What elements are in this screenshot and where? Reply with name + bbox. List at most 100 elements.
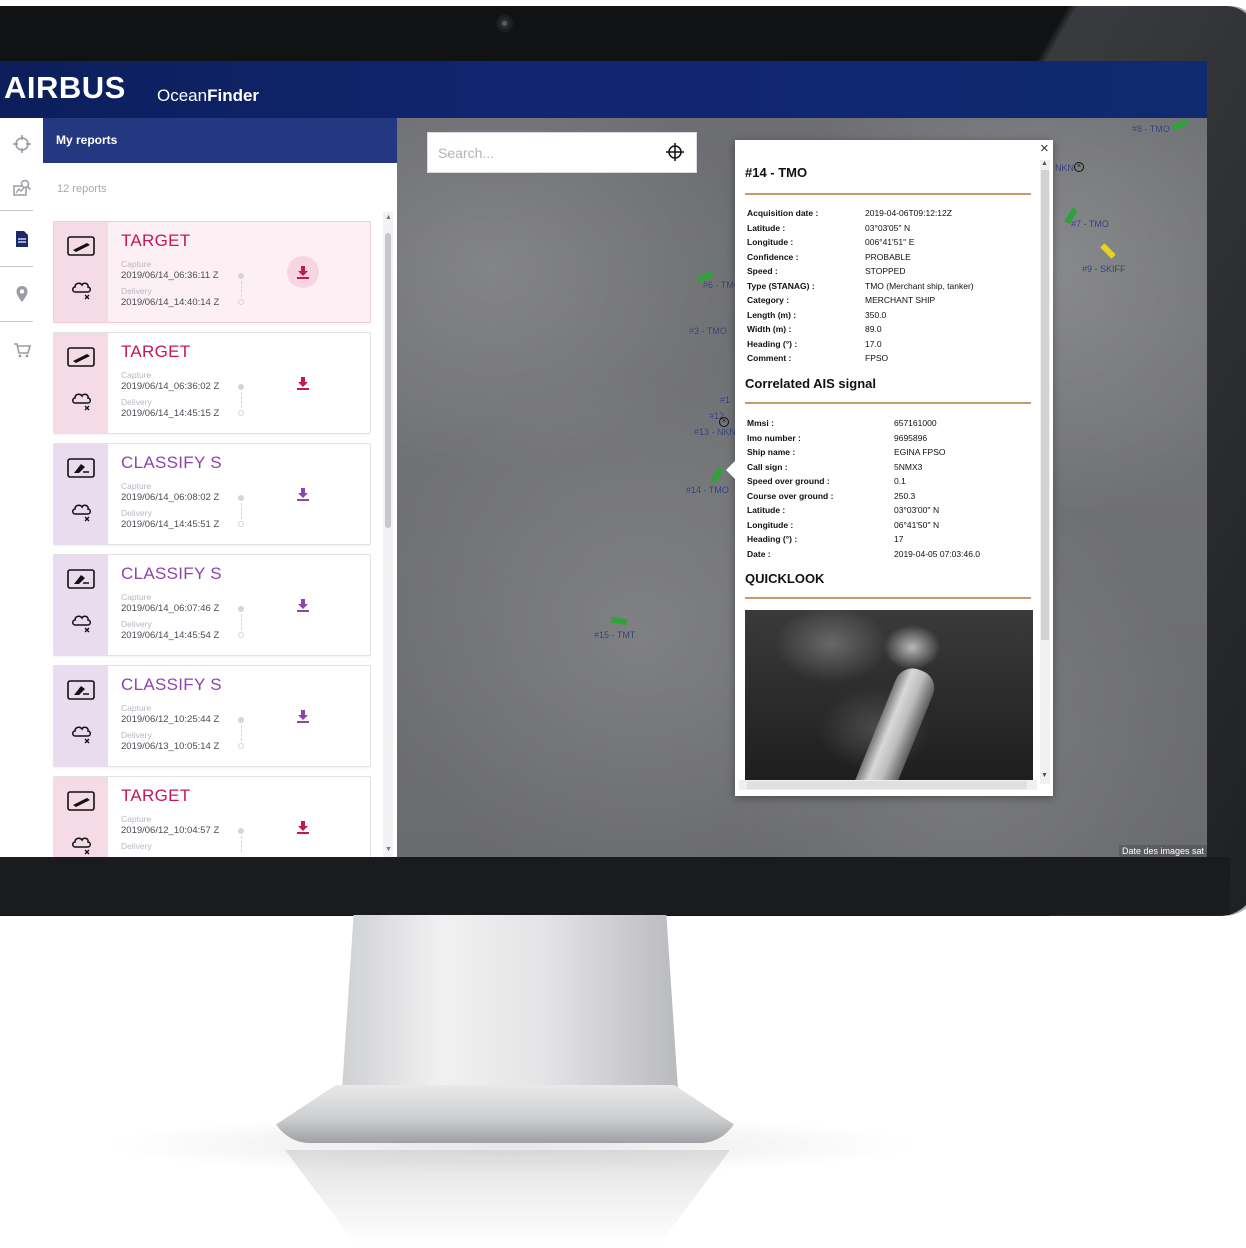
scroll-up-arrow[interactable]: ▲ — [385, 214, 392, 221]
detail-key: Length (m) : — [747, 309, 797, 320]
ais-row: Imo number : 9695896 — [747, 433, 1037, 448]
popup-h-scrollbar[interactable] — [739, 780, 1037, 790]
ship-label[interactable]: #14 - TMO — [686, 485, 729, 495]
report-card[interactable]: TARGET Capture 2019/06/14_06:36:11 Z Del… — [53, 221, 371, 323]
classify-ship-icon — [67, 458, 95, 478]
ais-value: 250.3 — [894, 490, 916, 501]
cart-icon[interactable] — [0, 324, 43, 376]
close-icon[interactable]: × — [1040, 140, 1049, 157]
top-bar: AIRBUS OceanFinder — [0, 61, 1207, 118]
ship-target-icon — [67, 347, 95, 367]
quicklook-ship — [846, 662, 940, 780]
ship-label[interactable]: #13 - NKN — [694, 427, 736, 437]
crosshair-icon[interactable] — [665, 142, 685, 162]
ais-value: 17 — [894, 534, 904, 544]
ship-label[interactable]: #1 — [720, 395, 730, 405]
stand-reflection — [285, 1150, 730, 1245]
panel-title: My reports — [56, 133, 118, 147]
screen: AIRBUS OceanFinder My reports 12 reports — [0, 61, 1207, 857]
ship-target-icon — [67, 236, 95, 256]
detail-row: Length (m) : 350.0 — [747, 310, 1037, 325]
timeline-line — [241, 392, 242, 408]
detail-value: 17.0 — [865, 338, 882, 349]
search-box — [427, 132, 697, 173]
report-card[interactable]: TARGET Capture 2019/06/12_10:04:57 Z Del… — [53, 776, 371, 857]
ship-label[interactable]: #8 - TMO — [1132, 124, 1170, 134]
capture-value: 2019/06/14_06:07:46 Z — [121, 603, 220, 614]
unknown-target-icon[interactable]: × — [719, 417, 729, 427]
capture-label: Capture — [121, 259, 152, 269]
ais-row: Course over ground : 250.3 — [747, 491, 1037, 506]
panel-header: My reports — [43, 118, 397, 163]
ais-row: Speed over ground : 0.1 — [747, 476, 1037, 491]
delivery-value: 2019/06/14_14:45:15 Z — [121, 408, 220, 419]
timeline-dot — [238, 273, 244, 279]
ship-label[interactable]: #15 - TMT — [594, 630, 635, 640]
app-name-prefix: Ocean — [157, 86, 208, 105]
popup-scrollbar-thumb[interactable] — [1041, 170, 1049, 640]
download-button[interactable] — [287, 478, 319, 510]
document-icon[interactable] — [0, 213, 43, 265]
search-image-icon[interactable] — [0, 162, 43, 214]
ship-label[interactable]: #3 - TMO — [689, 326, 727, 336]
report-card[interactable]: TARGET Capture 2019/06/14_06:36:02 Z Del… — [53, 332, 371, 434]
detail-key: Width (m) : — [747, 324, 792, 334]
timeline-dot — [238, 632, 244, 638]
download-icon — [297, 599, 309, 612]
ship-label[interactable]: #9 - SKIFF — [1082, 264, 1126, 274]
detail-key: Heading (°) : — [747, 338, 798, 349]
ship-marker[interactable] — [710, 466, 724, 484]
report-card[interactable]: CLASSIFY S Capture 2019/06/12_10:25:44 Z… — [53, 665, 371, 767]
ship-marker[interactable] — [1171, 118, 1189, 132]
detail-key: Confidence : — [747, 251, 799, 262]
capture-label: Capture — [121, 703, 152, 713]
report-card[interactable]: CLASSIFY S Capture 2019/06/14_06:07:46 Z… — [53, 554, 371, 656]
webcam — [496, 15, 513, 32]
scroll-up-arrow[interactable]: ▲ — [1041, 160, 1048, 167]
quicklook-image[interactable] — [745, 610, 1033, 780]
ship-marker[interactable] — [1100, 243, 1116, 259]
section-divider — [745, 402, 1031, 404]
ais-value: 9695896 — [894, 432, 928, 443]
map-credit: Date des images sat — [1118, 845, 1207, 857]
ship-marker[interactable] — [610, 616, 628, 626]
report-card[interactable]: CLASSIFY S Capture 2019/06/14_06:08:02 Z… — [53, 443, 371, 545]
detail-row: Latitude : 03°03'05'' N — [747, 223, 1037, 238]
reports-count: 12 reports — [57, 183, 107, 195]
satellite-map[interactable]: #8 - TMO #7 - TMO #9 - SKIFF #6 - TMO #3… — [397, 118, 1207, 857]
popup-h-scrollbar-thumb[interactable] — [747, 781, 1027, 789]
capture-label: Capture — [121, 592, 152, 602]
ship-label[interactable]: #7 - TMO — [1071, 219, 1109, 229]
popup-scrollbar[interactable]: ▲ ▼ — [1040, 160, 1050, 784]
section-divider — [745, 193, 1031, 195]
scroll-down-arrow[interactable]: ▼ — [1041, 772, 1048, 779]
popup-pointer — [726, 460, 736, 480]
download-icon — [297, 821, 309, 834]
capture-value: 2019/06/12_10:04:57 Z — [121, 825, 220, 836]
ais-key: Heading (°) : — [747, 534, 798, 544]
ais-key: Longitude : — [747, 519, 794, 530]
app-name-suffix: Finder — [207, 86, 260, 105]
card-side — [54, 222, 108, 322]
download-button[interactable] — [287, 811, 319, 843]
download-button[interactable] — [287, 700, 319, 732]
list-scrollbar-thumb[interactable] — [385, 233, 391, 528]
search-input[interactable] — [436, 141, 655, 165]
detail-key: Speed : — [747, 266, 778, 276]
capture-label: Capture — [121, 481, 152, 491]
detail-value: STOPPED — [865, 266, 906, 276]
app-name: OceanFinder — [157, 86, 259, 106]
delivery-label: Delivery — [121, 508, 152, 518]
map-pin-icon[interactable] — [0, 268, 43, 320]
download-button[interactable] — [287, 589, 319, 621]
unknown-target-icon[interactable]: × — [1074, 162, 1084, 172]
detail-value: 2019-04-06T09:12:12Z — [865, 208, 952, 218]
popup-title: #14 - TMO — [745, 165, 808, 180]
detail-row: Speed : STOPPED — [747, 266, 1037, 281]
detail-key: Comment : — [747, 353, 792, 363]
ship-label[interactable]: NKN — [1055, 163, 1074, 173]
download-button[interactable] — [287, 256, 319, 288]
scroll-down-arrow[interactable]: ▼ — [385, 846, 392, 853]
download-icon — [297, 488, 309, 501]
download-button[interactable] — [287, 367, 319, 399]
